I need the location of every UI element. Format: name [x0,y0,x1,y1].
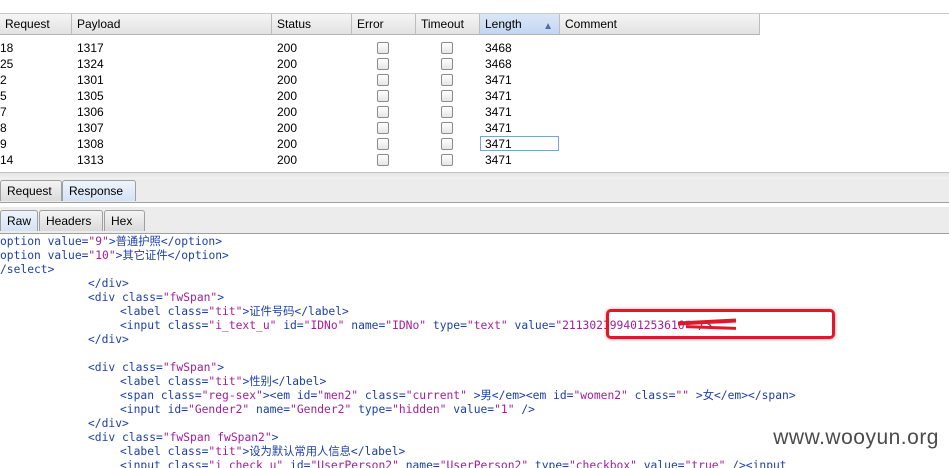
highlight-box [606,309,835,339]
timeout-checkbox[interactable] [441,138,453,150]
view-tabs: Raw Headers Hex [0,207,949,234]
cell-request: 5 [0,89,7,103]
tab-raw[interactable]: Raw [0,210,38,231]
column-header-comment[interactable]: Comment [560,14,760,34]
table-row[interactable]: 25 1324 200 3468 [0,56,760,72]
timeout-checkbox[interactable] [441,106,453,118]
cell-length: 3471 [485,73,512,87]
error-checkbox[interactable] [377,90,389,102]
cell-payload: 1307 [77,121,104,135]
cell-status: 200 [277,89,298,103]
table-header: Request Payload Status Error Timeout Len… [0,14,760,35]
table-empty-area [760,14,949,172]
error-checkbox[interactable] [377,138,389,150]
table-row[interactable]: 14 1313 200 3471 [0,152,760,168]
timeout-checkbox[interactable] [441,74,453,86]
error-checkbox[interactable] [377,58,389,70]
cell-status: 200 [277,73,298,87]
cell-request: 8 [0,121,7,135]
cell-request: 14 [0,153,14,167]
cell-length: 3468 [485,57,512,71]
code-line: <div class="fwSpan"> [88,361,225,374]
code-line: <input class="i_check_u" id="UserPerson2… [120,459,787,468]
cell-request: 9 [0,137,7,151]
cell-payload: 1306 [77,105,104,119]
column-header-request[interactable]: Request [0,14,72,34]
code-line: </div> [88,417,129,430]
code-line: <label class="tit">证件号码</label> [120,305,349,318]
code-line: <div class="fwSpan"> [88,291,225,304]
cell-length: 3471 [485,153,512,167]
watermark: www.wooyun.org [773,426,939,449]
timeout-checkbox[interactable] [441,42,453,54]
sort-ascending-icon: ▲ [543,21,553,32]
table-row[interactable]: 7 1306 200 3471 [0,104,760,120]
cell-request: 7 [0,105,7,119]
cell-payload: 1324 [77,57,104,71]
column-header-error[interactable]: Error [352,14,416,34]
error-checkbox[interactable] [377,154,389,166]
code-line: /select> [0,263,55,276]
code-line: <span class="reg-sex"><em id="men2" clas… [120,389,796,402]
code-line: <input id="Gender2" name="Gender2" type=… [120,403,535,416]
cell-payload: 1313 [77,153,104,167]
cell-request: 18 [0,41,14,55]
cell-status: 200 [277,41,298,55]
message-tabs: Request Response [0,179,949,203]
cell-payload: 1305 [77,89,104,103]
code-line: <div class="fwSpan fwSpan2"> [88,431,279,444]
code-line: <label class="tit">性别</label> [120,375,327,388]
column-header-length[interactable]: Length ▲ [480,14,560,34]
cell-length: 3471 [485,105,512,119]
table-row[interactable]: 18 1317 200 3468 [0,40,760,56]
error-checkbox[interactable] [377,74,389,86]
table-row[interactable]: 9 1308 200 3471 [0,136,760,152]
table-row[interactable] [0,35,760,39]
column-header-length-label: Length [485,17,522,31]
error-checkbox[interactable] [377,106,389,118]
cell-edit-focus[interactable] [480,136,559,151]
cell-request: 2 [0,73,7,87]
column-header-status[interactable]: Status [272,14,352,34]
top-toolbar [0,0,949,14]
code-line: </div> [88,333,129,346]
code-line: option value="9">普通护照</option> [0,235,223,248]
table-row[interactable]: 8 1307 200 3471 [0,120,760,136]
code-line: </div> [88,277,129,290]
code-line: option value="10">其它证件</option> [0,249,229,262]
timeout-checkbox[interactable] [441,90,453,102]
cell-payload: 1317 [77,41,104,55]
cell-status: 200 [277,121,298,135]
cell-payload: 1301 [77,73,104,87]
cell-length: 3471 [485,121,512,135]
column-header-payload[interactable]: Payload [72,14,272,34]
error-checkbox[interactable] [377,42,389,54]
cell-length: 3471 [485,89,512,103]
timeout-checkbox[interactable] [441,58,453,70]
tab-request[interactable]: Request [0,180,62,201]
table-row[interactable]: 2 1301 200 3471 [0,72,760,88]
cell-payload: 1308 [77,137,104,151]
cell-length: 3468 [485,41,512,55]
tab-hex[interactable]: Hex [104,210,145,231]
table-row[interactable]: 5 1305 200 3471 [0,88,760,104]
cell-status: 200 [277,105,298,119]
tab-response[interactable]: Response [62,180,136,201]
error-checkbox[interactable] [377,122,389,134]
cell-request: 25 [0,57,14,71]
cell-status: 200 [277,137,298,151]
cell-status: 200 [277,153,298,167]
timeout-checkbox[interactable] [441,154,453,166]
cell-status: 200 [277,57,298,71]
timeout-checkbox[interactable] [441,122,453,134]
code-line: <label class="tit">设为默认常用人信息</label> [120,445,406,458]
tab-headers[interactable]: Headers [39,210,103,231]
column-header-timeout[interactable]: Timeout [416,14,480,34]
